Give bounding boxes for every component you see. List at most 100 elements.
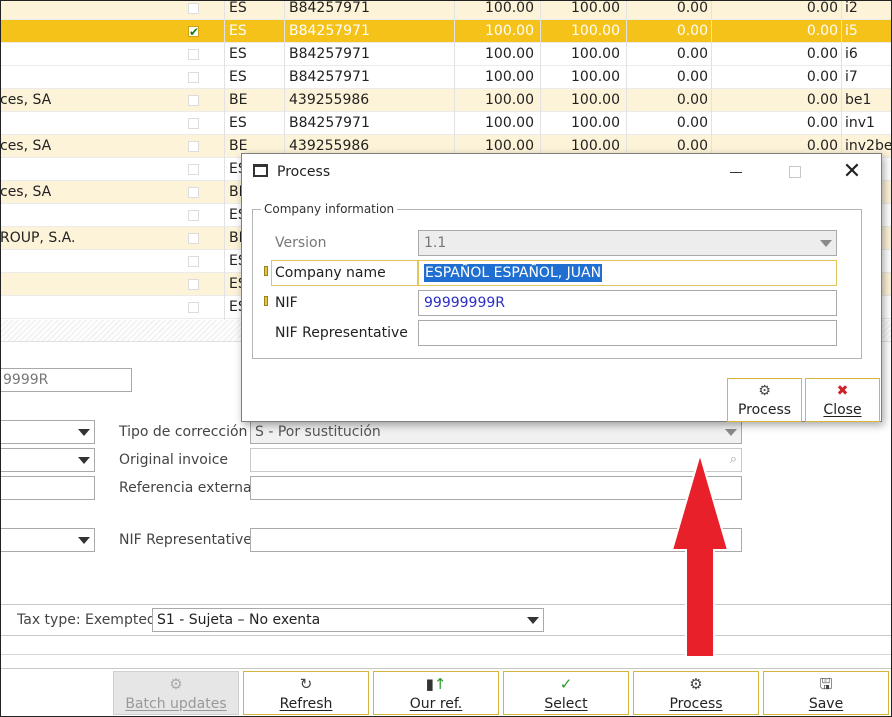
minimize-button[interactable]: [707, 154, 765, 190]
close-icon[interactable]: ✕: [823, 154, 881, 190]
left-dropdown-2[interactable]: [0, 448, 95, 472]
window-icon: [253, 164, 268, 177]
table-row[interactable]: ES B84257971 100.00 100.00 0.00 0.00 i6: [0, 43, 892, 66]
tax-type-label: Tax type: Exempted: [17, 612, 156, 628]
row-name: [0, 250, 160, 273]
row-name: ROUP, S.A.: [0, 230, 76, 246]
dialog-title: Process: [277, 164, 331, 180]
row-name: [0, 43, 160, 66]
row-checkbox-cell: [182, 0, 202, 20]
maximize-button[interactable]: [765, 154, 823, 190]
nif-field[interactable]: 9999R: [0, 368, 132, 392]
batch-updates-button[interactable]: ⚙ Batch updates: [113, 671, 239, 715]
row-name: [0, 273, 160, 296]
batch-updates-label: Batch updates: [125, 696, 227, 712]
row-amount: 0.00: [806, 92, 838, 108]
our-ref-button[interactable]: ▮↑ Our ref.: [373, 671, 499, 715]
row-checkbox[interactable]: [188, 187, 199, 198]
nif-representative-label: NIF Representative: [119, 532, 252, 548]
dialog-process-button[interactable]: ⚙ Process: [727, 378, 802, 422]
row-amount: 0.00: [806, 0, 838, 16]
dialog-close-button[interactable]: ✖ Close: [805, 378, 880, 422]
chevron-down-icon[interactable]: [74, 529, 94, 551]
referencia-externa-label: Referencia externa: [119, 480, 252, 496]
row-nif: 439255986: [289, 92, 370, 108]
nif-representative-label: NIF Representative: [275, 325, 408, 341]
row-name: [0, 66, 160, 89]
row-checkbox-cell: [182, 204, 202, 227]
row-checkbox[interactable]: [188, 118, 199, 129]
row-checkbox[interactable]: [188, 210, 199, 221]
tax-type-select[interactable]: S1 - Sujeta – No exenta: [152, 608, 544, 632]
row-checkbox[interactable]: [188, 95, 199, 106]
chevron-down-icon[interactable]: [523, 609, 543, 631]
select-button[interactable]: ✓ Select: [503, 671, 629, 715]
nif-representative-input[interactable]: [418, 320, 837, 346]
row-checkbox[interactable]: [188, 233, 199, 244]
save-label: Save: [808, 696, 844, 712]
version-value: 1.1: [424, 235, 447, 251]
row-nif: B84257971: [289, 23, 370, 39]
row-amount: 0.00: [806, 46, 838, 62]
original-invoice-label: Original invoice: [119, 452, 229, 468]
row-amount: 100.00: [485, 0, 534, 16]
chevron-down-icon[interactable]: [74, 421, 94, 443]
process-button[interactable]: ⚙ Process: [633, 671, 759, 715]
table-row[interactable]: ES B84257971 100.00 100.00 0.00 0.00 i5: [0, 20, 892, 43]
group-title: Company information: [261, 201, 398, 217]
row-checkbox[interactable]: [188, 164, 199, 175]
row-checkbox[interactable]: [188, 72, 199, 83]
save-button[interactable]: 🖫 Save: [763, 671, 889, 715]
row-amount: 0.00: [676, 46, 708, 62]
row-country: ES: [229, 23, 247, 39]
row-nif: B84257971: [289, 69, 370, 85]
row-checkbox-cell: [182, 43, 202, 66]
row-name: ces, SA: [0, 138, 52, 154]
row-checkbox-cell: [182, 227, 202, 250]
table-row[interactable]: ces, SA BE 439255986 100.00 100.00 0.00 0.00 be…: [0, 89, 892, 112]
row-amount: 0.00: [676, 23, 708, 39]
close-icon: ✖: [836, 383, 849, 399]
dialog-title-bar[interactable]: Process ✕: [242, 154, 881, 190]
chevron-down-icon[interactable]: [816, 231, 836, 255]
row-amount: 0.00: [676, 69, 708, 85]
row-checkbox[interactable]: [188, 3, 199, 14]
chevron-down-icon[interactable]: [74, 449, 94, 471]
upload-flag-icon: ▮↑: [425, 675, 447, 693]
row-checkbox[interactable]: [188, 302, 199, 313]
company-name-input[interactable]: ESPAÑOL ESPAÑOL, JUAN: [418, 260, 837, 286]
row-amount: 100.00: [485, 115, 534, 131]
row-nif: B84257971: [289, 0, 370, 16]
tipo-correccion-select[interactable]: S - Por sustitución: [250, 420, 742, 444]
row-checkbox[interactable]: [188, 49, 199, 60]
nif-input[interactable]: 99999999R: [418, 290, 837, 316]
row-checkbox[interactable]: [188, 279, 199, 290]
version-select[interactable]: 1.1: [418, 230, 837, 256]
row-name: [0, 0, 160, 20]
process-dialog: Process ✕ Company information Version 1.…: [241, 153, 882, 422]
left-text-field[interactable]: [0, 476, 95, 500]
row-amount: 100.00: [485, 69, 534, 85]
tipo-correccion-label: Tipo de corrección: [119, 424, 248, 440]
row-checkbox[interactable]: [188, 256, 199, 267]
table-row[interactable]: ES B84257971 100.00 100.00 0.00 0.00 i2: [0, 0, 892, 20]
grid-column-separator: [224, 0, 225, 320]
row-amount: 0.00: [676, 0, 708, 16]
chevron-down-icon[interactable]: [721, 421, 741, 443]
table-row[interactable]: ES B84257971 100.00 100.00 0.00 0.00 inv1: [0, 112, 892, 135]
row-checkbox-cell: [182, 112, 202, 135]
nif-label: NIF: [275, 295, 298, 311]
table-row[interactable]: ES B84257971 100.00 100.00 0.00 0.00 i7: [0, 66, 892, 89]
divider: [0, 604, 892, 605]
row-reference: i5: [845, 23, 858, 39]
row-country: BE: [229, 92, 248, 108]
row-checkbox[interactable]: [188, 21, 199, 43]
refresh-button[interactable]: ↻ Refresh: [243, 671, 369, 715]
row-name: [0, 112, 160, 135]
row-checkbox[interactable]: [188, 141, 199, 152]
row-reference: i7: [845, 69, 858, 85]
left-dropdown-1[interactable]: [0, 420, 95, 444]
save-icon: 🖫: [819, 675, 833, 693]
divider: [0, 635, 892, 636]
left-dropdown-3[interactable]: [0, 528, 95, 552]
